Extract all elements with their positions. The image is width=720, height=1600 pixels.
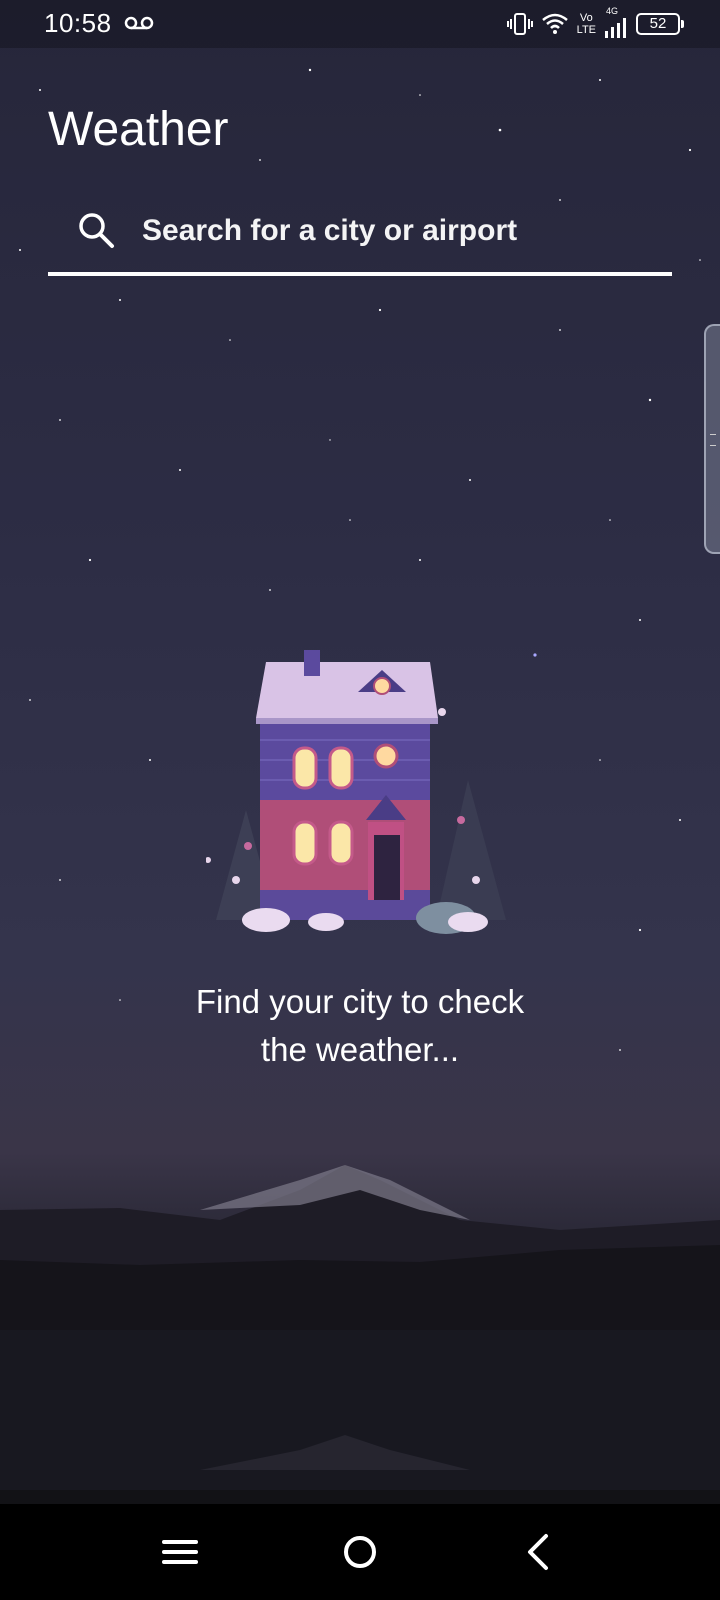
grip-icon: [710, 434, 716, 446]
volte-indicator: Vo LTE: [576, 12, 596, 36]
vibrate-icon: [506, 13, 533, 35]
home-icon[interactable]: [336, 1528, 384, 1576]
signal-indicator: 4G: [604, 6, 628, 38]
network-type: 4G: [606, 6, 619, 16]
navigation-bar: [0, 1504, 720, 1600]
battery-indicator: 52: [636, 13, 684, 35]
signal-icon: [605, 18, 626, 38]
search-input[interactable]: [140, 210, 664, 252]
page-title: Weather: [48, 103, 229, 156]
house-illustration: [206, 650, 506, 934]
menu-icon[interactable]: [156, 1528, 204, 1576]
side-panel-handle[interactable]: [704, 324, 720, 554]
empty-state-message: Find your city to check the weather...: [195, 983, 525, 1068]
search-bar[interactable]: [48, 196, 672, 276]
voicemail-icon: [124, 16, 154, 30]
search-icon: [79, 213, 114, 248]
clock: 10:58: [44, 8, 112, 38]
wifi-icon: [541, 13, 568, 34]
status-bar: 10:58 Vo LTE 4G 52: [0, 0, 720, 48]
back-icon[interactable]: [516, 1528, 564, 1576]
mountain-landscape: [0, 1165, 720, 1490]
